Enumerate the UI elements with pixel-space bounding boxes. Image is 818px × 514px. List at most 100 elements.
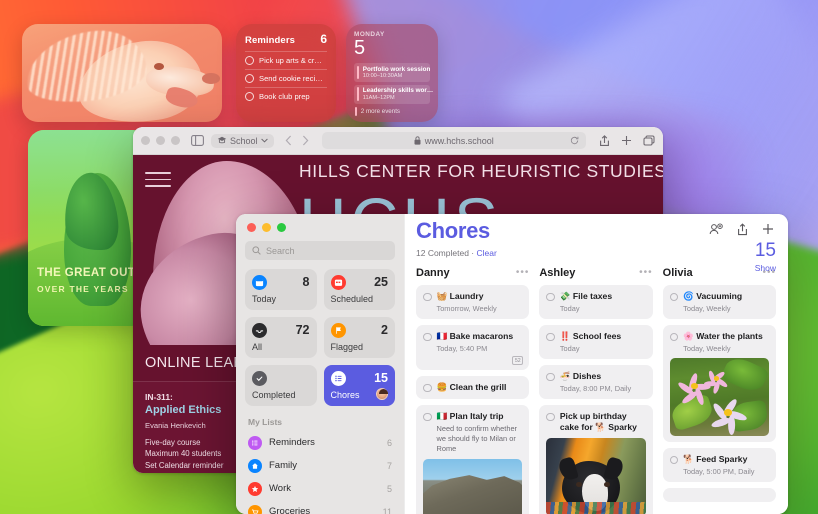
- task-item[interactable]: [662, 488, 776, 502]
- reload-icon[interactable]: [570, 132, 579, 150]
- safari-url-text: www.hchs.school: [424, 135, 494, 146]
- task-checkbox[interactable]: [423, 292, 432, 301]
- checkbox-circle-icon[interactable]: [245, 74, 254, 83]
- task-item[interactable]: 🇮🇹 Plan Italy trip Need to confirm wheth…: [416, 405, 530, 514]
- task-checkbox[interactable]: [669, 292, 679, 301]
- sidebar-toggle-icon[interactable]: [191, 135, 204, 146]
- tab-overview-icon[interactable]: [643, 135, 655, 146]
- task-item[interactable]: 🍔 Clean the grill: [416, 376, 530, 399]
- task-item[interactable]: 🐕 Feed Sparky Today, 5:00 PM, Daily: [662, 448, 776, 482]
- search-input[interactable]: Search: [245, 241, 395, 260]
- smart-list-chores[interactable]: 15 Chores: [323, 365, 395, 406]
- list-label: Family: [269, 460, 297, 471]
- inbox-icon: [252, 323, 267, 338]
- task-item[interactable]: 🌸 Water the plants Today, Weekly: [662, 325, 776, 442]
- smart-list-completed[interactable]: Completed: [245, 365, 317, 406]
- close-button[interactable]: [141, 136, 150, 145]
- add-people-icon[interactable]: [709, 223, 723, 235]
- safari-right-buttons[interactable]: [599, 134, 655, 147]
- calendar-widget-weekday: MONDAY: [354, 31, 385, 38]
- house-icon: [248, 458, 262, 473]
- sidebar-item-groceries[interactable]: Groceries 11: [245, 500, 395, 514]
- share-icon[interactable]: [599, 134, 610, 147]
- checkbox-circle-icon[interactable]: [245, 92, 254, 101]
- scheduled-count: 25: [374, 275, 388, 289]
- reminders-widget-item[interactable]: Send cookie reci…: [245, 69, 327, 87]
- task-badge: 52: [512, 356, 524, 365]
- minimize-button[interactable]: [156, 136, 165, 145]
- reminders-widget-item[interactable]: Pick up arts & cr…: [245, 51, 327, 69]
- hamburger-menu-icon[interactable]: [145, 167, 171, 192]
- task-item[interactable]: Pick up birthday cake for 🐕 Sparky: [539, 405, 653, 514]
- sidebar-item-reminders[interactable]: Reminders 6: [245, 431, 395, 454]
- safari-profile-pill[interactable]: School: [211, 133, 274, 148]
- flagged-count: 2: [381, 323, 388, 337]
- search-icon: [252, 246, 261, 255]
- close-button[interactable]: [247, 223, 256, 232]
- smart-list-today[interactable]: 8 Today: [245, 269, 317, 310]
- dog-photo: [22, 24, 222, 122]
- safari-address-bar[interactable]: www.hchs.school: [321, 132, 586, 150]
- smart-list-scheduled[interactable]: 25 Scheduled: [323, 269, 395, 310]
- calendar-widget-event[interactable]: Portfolio work session 10:00–10:30AM: [354, 63, 430, 82]
- reminders-window[interactable]: Search 8 Today 25 Scheduled 72 All 2 Fla…: [236, 214, 788, 514]
- task-checkbox[interactable]: [423, 332, 432, 341]
- smart-list-all[interactable]: 72 All: [245, 317, 317, 358]
- calendar-widget-more-events[interactable]: 2 more events: [354, 106, 430, 116]
- ellipsis-icon[interactable]: •••: [639, 268, 653, 278]
- checkbox-circle-icon[interactable]: [245, 56, 254, 65]
- list-count: 11: [382, 506, 392, 514]
- column-olivia: Olivia ••• 🌀 Vacuuming Today, Weekly 🌸 W…: [662, 267, 776, 514]
- task-item[interactable]: ‼️ School fees Today: [539, 325, 653, 359]
- reminders-widget[interactable]: Reminders 6 Pick up arts & cr… Send cook…: [236, 24, 336, 122]
- boston-terrier-photo[interactable]: [546, 438, 646, 514]
- task-checkbox[interactable]: [669, 332, 679, 341]
- smart-list-flagged[interactable]: 2 Flagged: [323, 317, 395, 358]
- great-outdoors-widget[interactable]: THE GREAT OUTDOORS OVER THE YEARS: [28, 130, 148, 326]
- sidebar-item-family[interactable]: Family 7: [245, 454, 395, 477]
- chores-total-count: 15: [754, 240, 776, 261]
- calendar-widget-event[interactable]: Leadership skills wor… 11AM–12PM: [354, 84, 433, 104]
- task-checkbox[interactable]: [546, 332, 555, 341]
- reminders-widget-item[interactable]: Book club prep: [245, 87, 327, 105]
- photos-widget[interactable]: [22, 24, 222, 122]
- chores-count: 15: [374, 371, 388, 385]
- italy-coast-photo[interactable]: [423, 458, 523, 514]
- task-checkbox[interactable]: [423, 412, 432, 421]
- task-item[interactable]: 🍜 Dishes Today, 8:00 PM, Daily: [539, 365, 653, 399]
- sidebar-item-work[interactable]: Work 5: [245, 477, 395, 500]
- column-title: Olivia: [662, 267, 693, 279]
- minimize-button[interactable]: [262, 223, 271, 232]
- calendar-widget[interactable]: MONDAY 5 Portfolio work session 10:00–10…: [346, 24, 438, 122]
- today-label: Today: [252, 294, 277, 304]
- maximize-button[interactable]: [277, 223, 286, 232]
- maximize-button[interactable]: [171, 136, 180, 145]
- show-completed-button[interactable]: Show: [755, 263, 776, 273]
- clear-button[interactable]: Clear: [477, 248, 497, 258]
- task-item[interactable]: 🧺 Laundry Tomorrow, Weekly: [416, 285, 530, 319]
- window-traffic-lights[interactable]: [247, 223, 395, 232]
- task-checkbox[interactable]: [423, 383, 432, 392]
- event-time: 11AM–12PM: [362, 94, 395, 101]
- task-checkbox[interactable]: [546, 292, 555, 301]
- window-traffic-lights[interactable]: [141, 136, 180, 145]
- ellipsis-icon[interactable]: •••: [516, 268, 530, 278]
- task-item[interactable]: 🇫🇷 Bake macarons Today, 5:40 PM 52: [416, 325, 530, 370]
- safari-navigation[interactable]: [285, 135, 309, 146]
- task-checkbox[interactable]: [669, 455, 679, 464]
- share-icon[interactable]: [737, 223, 748, 236]
- event-time: 10:00–10:30AM: [362, 72, 403, 79]
- star-icon: [248, 481, 262, 496]
- list-count: 6: [386, 437, 392, 448]
- list-bullet-icon: [248, 435, 262, 450]
- task-checkbox[interactable]: [546, 412, 555, 421]
- reminders-widget-count: 6: [320, 32, 327, 46]
- plus-icon[interactable]: [621, 135, 632, 146]
- task-checkbox[interactable]: [546, 372, 555, 381]
- plus-icon[interactable]: [762, 223, 774, 235]
- flagged-label: Flagged: [330, 342, 364, 352]
- task-item[interactable]: 💸 File taxes Today: [539, 285, 653, 319]
- task-item[interactable]: 🌀 Vacuuming Today, Weekly: [662, 285, 776, 319]
- cosmos-flowers-photo[interactable]: [669, 358, 769, 436]
- completed-summary: 12 Completed · Clear: [416, 248, 776, 258]
